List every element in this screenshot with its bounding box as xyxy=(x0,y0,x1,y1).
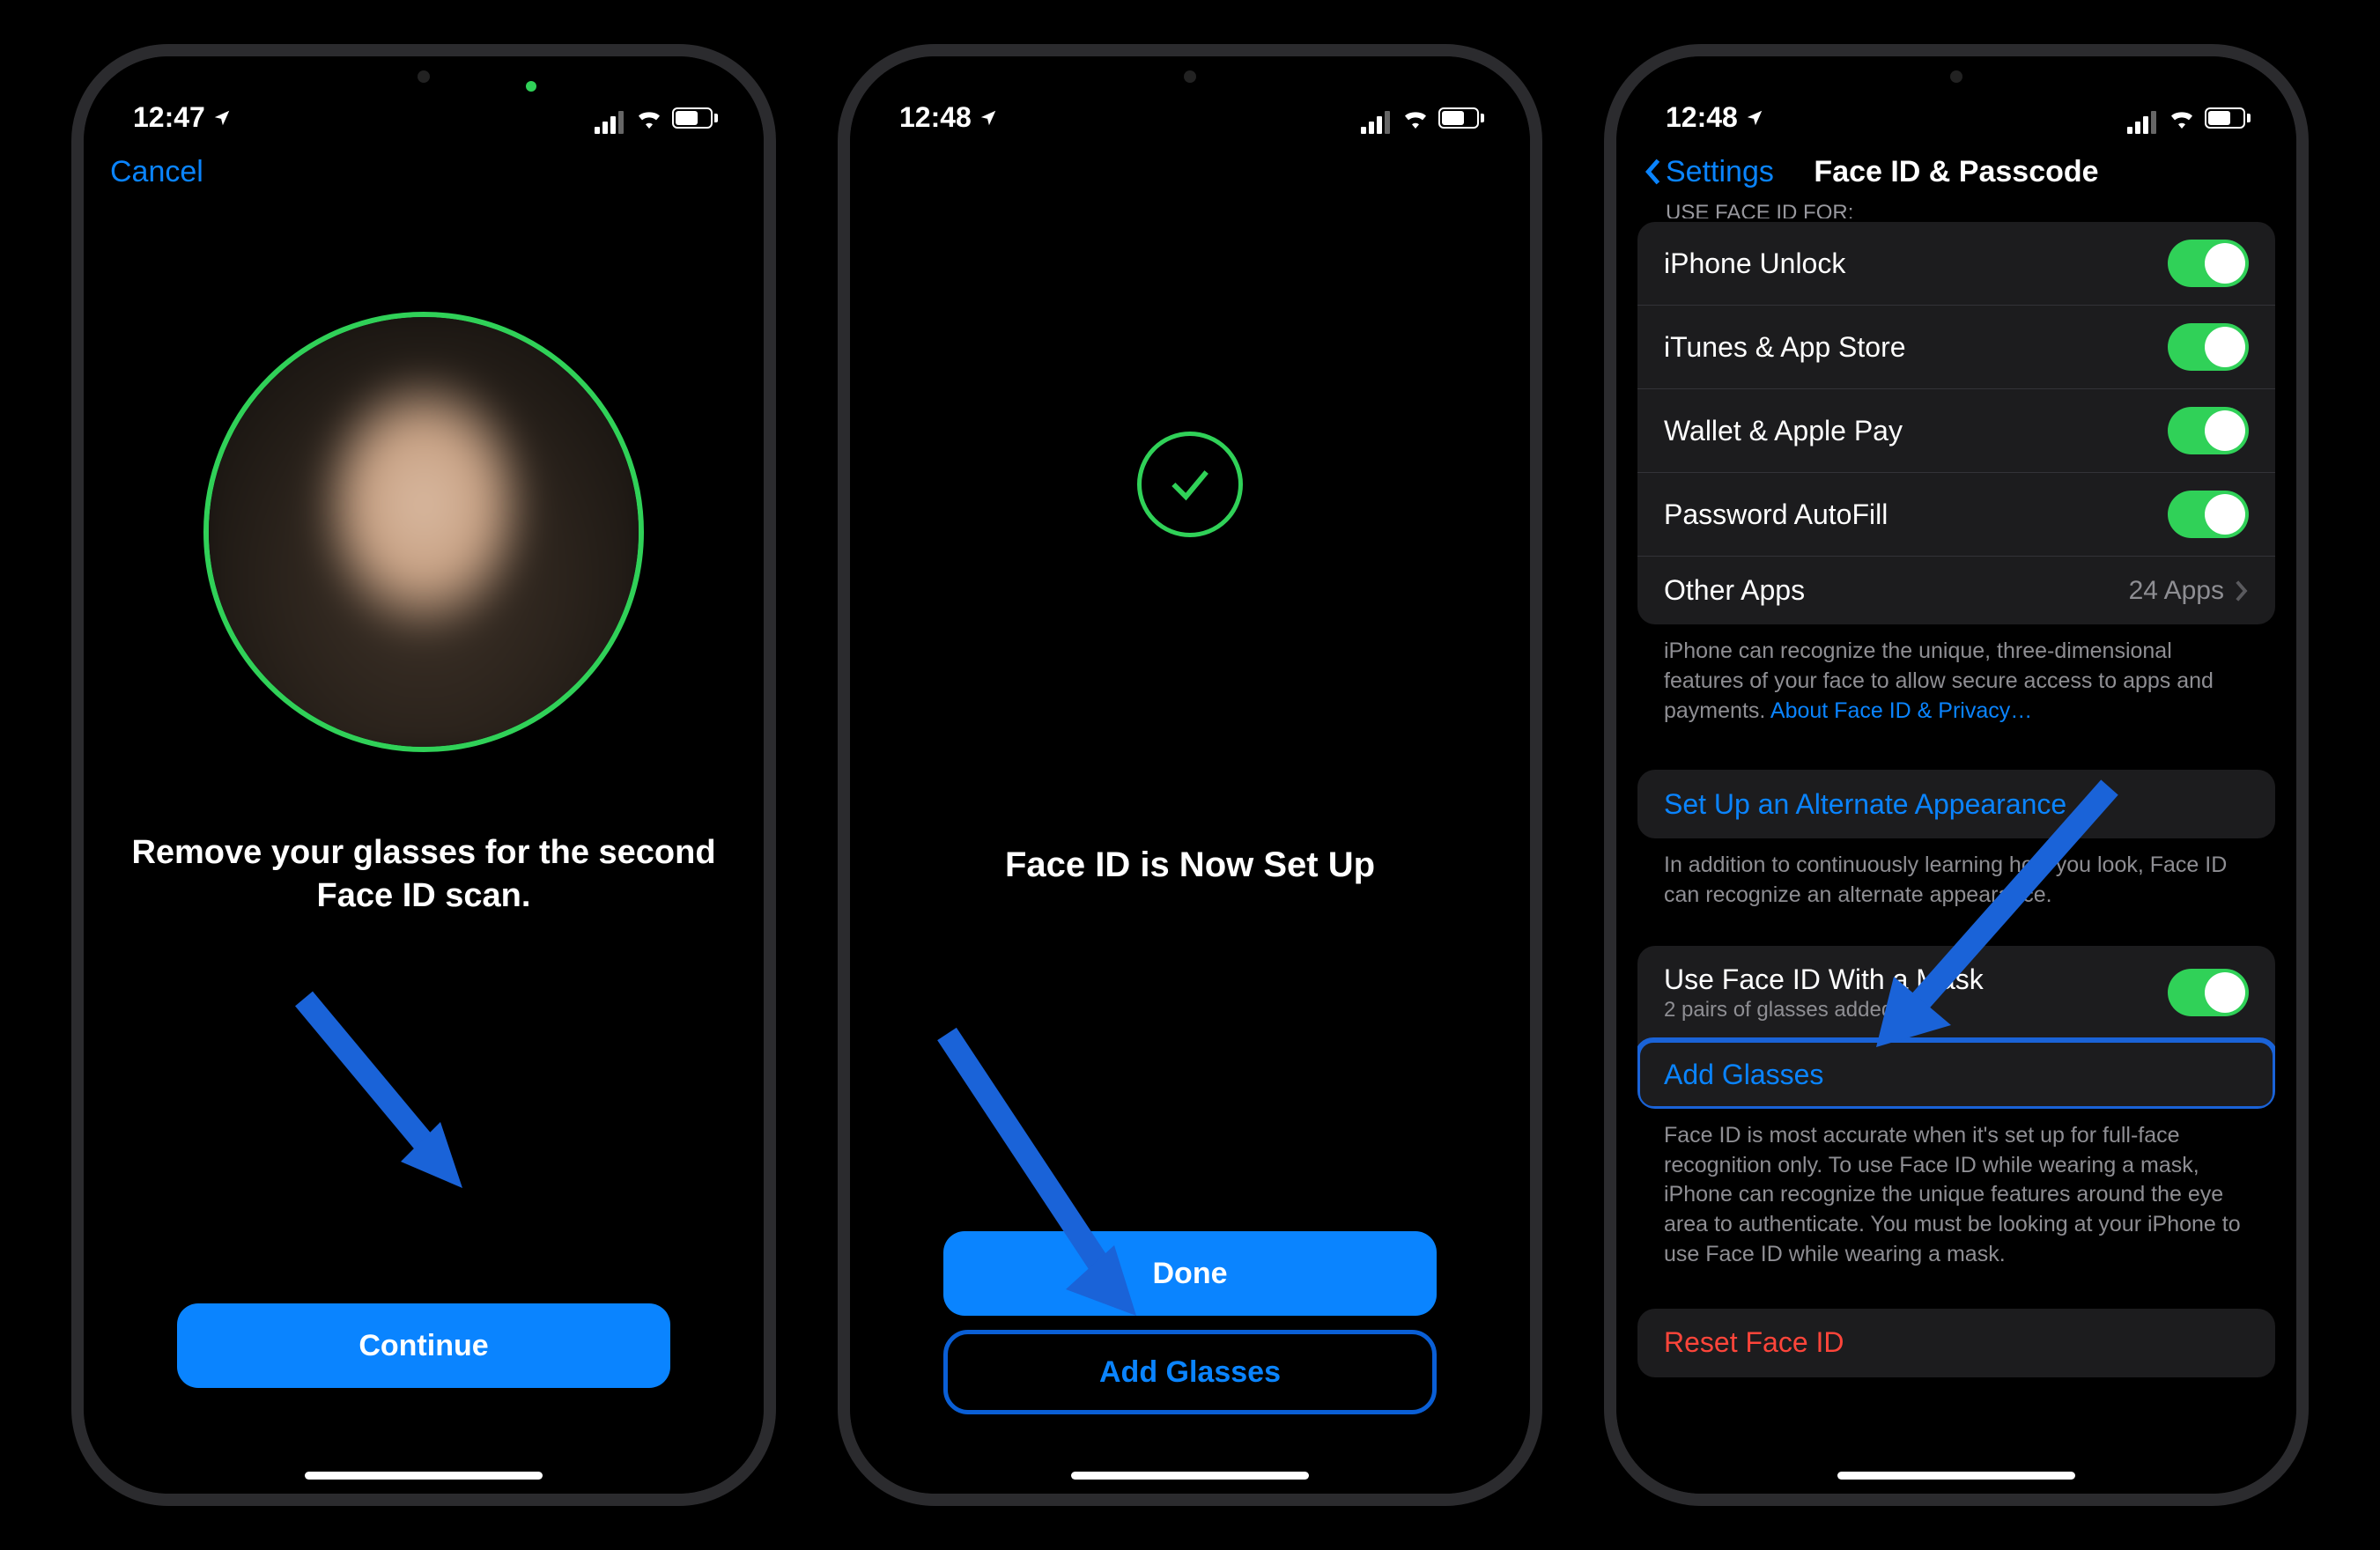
camera-active-indicator xyxy=(526,81,536,92)
phone-3-screen: 12:48 Settings Face ID & Passcode USE FA… xyxy=(1616,56,2296,1494)
row-wallet-apple-pay[interactable]: Wallet & Apple Pay xyxy=(1637,388,2275,472)
section-header-use-for: USE FACE ID FOR: xyxy=(1637,203,2275,218)
settings-scroll[interactable]: USE FACE ID FOR: iPhone Unlock iTunes & … xyxy=(1616,203,2296,1494)
setup-complete-title: Face ID is Now Set Up xyxy=(850,845,1530,885)
status-icons xyxy=(2127,101,2251,134)
battery-icon xyxy=(672,107,718,129)
row-label: iPhone Unlock xyxy=(1664,247,1845,280)
use-face-id-for-group: iPhone Unlock iTunes & App Store Wallet … xyxy=(1637,222,2275,624)
status-icons xyxy=(1361,101,1484,134)
wifi-icon xyxy=(2168,107,2196,129)
toggle-switch[interactable] xyxy=(2168,240,2249,287)
location-icon xyxy=(979,108,998,128)
chevron-left-icon xyxy=(1643,158,1662,186)
nav-bar: Settings Face ID & Passcode xyxy=(1616,141,2296,203)
home-indicator[interactable] xyxy=(1837,1472,2075,1480)
about-face-id-link[interactable]: About Face ID & Privacy… xyxy=(1770,698,2032,723)
row-label: Reset Face ID xyxy=(1664,1326,1844,1359)
toggle-switch[interactable] xyxy=(2168,969,2249,1016)
row-reset-face-id[interactable]: Reset Face ID xyxy=(1637,1309,2275,1377)
done-button[interactable]: Done xyxy=(943,1231,1437,1316)
toggle-switch[interactable] xyxy=(2168,323,2249,371)
face-scan-preview xyxy=(203,312,644,752)
reset-group: Reset Face ID xyxy=(1637,1309,2275,1377)
toggle-switch[interactable] xyxy=(2168,491,2249,538)
back-button[interactable]: Settings xyxy=(1643,155,1774,189)
status-icons xyxy=(595,101,718,134)
toggle-switch[interactable] xyxy=(2168,407,2249,454)
row-iphone-unlock[interactable]: iPhone Unlock xyxy=(1637,222,2275,305)
row-label: Add Glasses xyxy=(1664,1059,1823,1091)
row-label: Set Up an Alternate Appearance xyxy=(1664,788,2066,821)
row-other-apps[interactable]: Other Apps 24 Apps xyxy=(1637,556,2275,624)
row-password-autofill[interactable]: Password AutoFill xyxy=(1637,472,2275,556)
status-time: 12:48 xyxy=(1666,101,1738,134)
footer-alt-appearance: In addition to continuously learning how… xyxy=(1637,838,2275,911)
continue-button[interactable]: Continue xyxy=(177,1303,670,1388)
home-indicator[interactable] xyxy=(1071,1472,1309,1480)
cellular-icon xyxy=(595,101,626,134)
add-glasses-button[interactable]: Add Glasses xyxy=(943,1330,1437,1414)
alt-appearance-group: Set Up an Alternate Appearance xyxy=(1637,770,2275,838)
cellular-icon xyxy=(1361,101,1393,134)
wifi-icon xyxy=(1401,107,1430,129)
row-add-glasses[interactable]: Add Glasses xyxy=(1637,1040,2275,1109)
chevron-right-icon xyxy=(2235,579,2249,602)
phone-1-frame: 12:47 Cancel Remove your glasses for the… xyxy=(71,44,776,1506)
home-indicator[interactable] xyxy=(305,1472,543,1480)
nav-bar: Cancel xyxy=(84,141,764,203)
battery-icon xyxy=(2205,107,2251,129)
row-set-up-alternate-appearance[interactable]: Set Up an Alternate Appearance xyxy=(1637,770,2275,838)
status-bar: 12:47 xyxy=(84,56,764,141)
row-label: Other Apps xyxy=(1664,574,1805,607)
footer-mask: Face ID is most accurate when it's set u… xyxy=(1637,1109,2275,1270)
footer-privacy: iPhone can recognize the unique, three-d… xyxy=(1637,624,2275,726)
location-icon xyxy=(1745,108,1764,128)
other-apps-count: 24 Apps xyxy=(2129,576,2224,606)
row-label: Wallet & Apple Pay xyxy=(1664,415,1903,447)
instruction-text: Remove your glasses for the second Face … xyxy=(84,831,764,919)
status-time: 12:47 xyxy=(133,101,205,134)
wifi-icon xyxy=(635,107,663,129)
row-use-face-id-with-mask[interactable]: Use Face ID With a Mask 2 pairs of glass… xyxy=(1637,946,2275,1040)
phone-1-screen: 12:47 Cancel Remove your glasses for the… xyxy=(84,56,764,1494)
row-itunes-app-store[interactable]: iTunes & App Store xyxy=(1637,305,2275,388)
phone-3-frame: 12:48 Settings Face ID & Passcode USE FA… xyxy=(1604,44,2309,1506)
row-label: Use Face ID With a Mask xyxy=(1664,963,1984,996)
back-label: Settings xyxy=(1666,155,1774,189)
success-check-icon xyxy=(1137,432,1243,537)
status-bar: 12:48 xyxy=(850,56,1530,141)
cancel-button[interactable]: Cancel xyxy=(110,155,203,189)
location-icon xyxy=(212,108,232,128)
battery-icon xyxy=(1438,107,1484,129)
mask-group: Use Face ID With a Mask 2 pairs of glass… xyxy=(1637,946,2275,1109)
status-time: 12:48 xyxy=(899,101,972,134)
row-label: Password AutoFill xyxy=(1664,498,1888,531)
row-sublabel: 2 pairs of glasses added xyxy=(1664,998,1984,1022)
phone-2-frame: 12:48 Face ID is Now Set Up Done Add Gla… xyxy=(838,44,1542,1506)
row-label: iTunes & App Store xyxy=(1664,331,1906,364)
phone-2-screen: 12:48 Face ID is Now Set Up Done Add Gla… xyxy=(850,56,1530,1494)
status-bar: 12:48 xyxy=(1616,56,2296,141)
cellular-icon xyxy=(2127,101,2159,134)
